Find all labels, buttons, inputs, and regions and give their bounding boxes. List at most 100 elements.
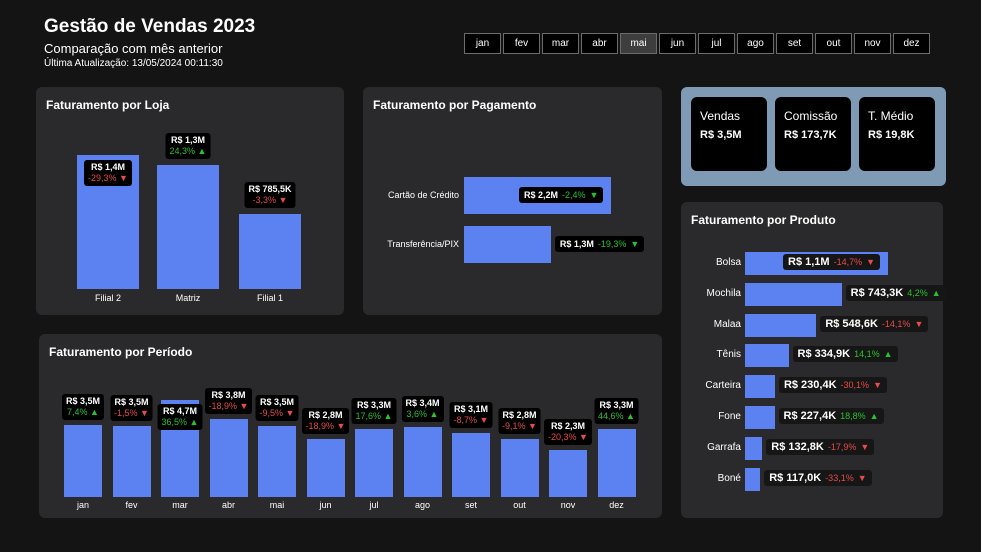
- category-label: jun: [319, 500, 332, 510]
- value-label: R$ 3,8M: [211, 389, 246, 400]
- pct-text: -8,7%: [453, 415, 478, 426]
- value-label: R$ 3,5M: [114, 396, 149, 407]
- panel-title: Faturamento por Período: [49, 345, 193, 359]
- data-label: R$ 3,3M 17,6% ▲: [351, 397, 397, 424]
- bar-fone: [745, 406, 775, 429]
- triangle-up-icon: ▲: [869, 411, 879, 421]
- bar-set: [452, 433, 490, 497]
- month-button-ago[interactable]: ago: [737, 33, 774, 54]
- data-label: R$ 1,3M -19,3% ▼: [554, 236, 645, 252]
- value-label: R$ 3,5M: [259, 396, 294, 407]
- month-button-jun[interactable]: jun: [659, 33, 696, 54]
- value-label: R$ 2,8M: [502, 410, 537, 421]
- pct-text: -9,5%: [259, 407, 284, 418]
- pct-change: -18,9% ▼: [306, 421, 346, 432]
- category-label: jan: [76, 500, 89, 510]
- category-label: Filial 2: [94, 293, 121, 303]
- panel-faturamento-loja: Faturamento por Loja R$ 1,4M -29,3% ▼ Fili…: [36, 87, 344, 315]
- category-label: Fone: [718, 411, 741, 422]
- value-label: R$ 3,4M: [405, 397, 440, 408]
- value-label: R$ 2,3M: [550, 420, 586, 431]
- category-label: set: [464, 500, 477, 510]
- value-label: R$ 230,4K: [783, 379, 837, 392]
- month-button-dez[interactable]: dez: [893, 33, 930, 54]
- month-button-nov[interactable]: nov: [854, 33, 891, 54]
- month-button-fev[interactable]: fev: [503, 33, 540, 54]
- pct-text: -18,9%: [305, 421, 335, 432]
- triangle-up-icon: ▲: [623, 410, 635, 421]
- pct-change: -8,7% ▼: [454, 415, 489, 426]
- month-button-mar[interactable]: mar: [542, 33, 579, 54]
- data-label: R$ 3,5M -9,5% ▼: [255, 394, 299, 421]
- category-label: jul: [369, 500, 379, 510]
- pct-text: -3,3%: [252, 194, 277, 205]
- kpi-label: Vendas: [700, 109, 741, 123]
- data-label: R$ 3,8M -18,9% ▼: [204, 387, 253, 414]
- data-label: R$ 4,7M 36,5% ▲: [157, 404, 203, 430]
- triangle-down-icon: ▼: [276, 194, 288, 205]
- month-button-abr[interactable]: abr: [581, 33, 618, 54]
- triangle-up-icon: ▲: [195, 145, 207, 156]
- bar-malaa: [745, 313, 817, 337]
- triangle-down-icon: ▼: [857, 472, 867, 483]
- pct-text: -17,9%: [827, 441, 857, 452]
- bar-pix: [464, 226, 551, 263]
- value-label: R$ 3,3M: [599, 399, 634, 410]
- data-label: R$ 3,5M -1,5% ▼: [110, 394, 153, 421]
- pct-text: 3,6%: [406, 408, 428, 419]
- pct-text: -30,1%: [840, 380, 870, 391]
- last-update: Última Atualização: 13/05/2024 00:11:30: [44, 58, 223, 69]
- pct-change: -20,3% ▼: [548, 432, 588, 443]
- data-label: R$ 117,0K -33,1% ▼: [764, 469, 872, 486]
- category-label: Bolsa: [715, 257, 741, 268]
- pct-text: 18,8%: [840, 411, 866, 421]
- triangle-down-icon: ▼: [137, 407, 149, 418]
- panel-faturamento-produto: Faturamento por Produto Bolsa R$ 1,1M -14,…: [681, 202, 946, 518]
- triangle-up-icon: ▲: [87, 406, 99, 417]
- pct-text: 17,6%: [355, 410, 382, 421]
- pct-change: -29,3% ▼: [88, 173, 128, 184]
- bar-garrafa: [745, 436, 763, 460]
- bar-fev: [112, 425, 151, 497]
- bar-dez: [597, 428, 636, 497]
- kpi-value: R$ 173,7K: [784, 129, 837, 141]
- pct-change: 3,6% ▲: [405, 409, 439, 420]
- page-subtitle: Comparação com mês anterior: [44, 41, 223, 56]
- data-label: R$ 743,3K 4,2% ▲: [845, 284, 946, 301]
- value-label: R$ 132,8K: [771, 440, 824, 453]
- triangle-down-icon: ▼: [873, 380, 882, 391]
- kpi-ticket-medio: T. Médio R$ 19,8K: [859, 97, 935, 171]
- data-label: R$ 3,4M 3,6% ▲: [401, 395, 444, 422]
- bar-nov: [549, 449, 587, 497]
- bar-tênis: [745, 344, 789, 368]
- bar-jan: [64, 424, 102, 497]
- triangle-down-icon: ▼: [866, 257, 876, 267]
- value-label: R$ 1,3M: [170, 134, 206, 145]
- pct-text: 7,4%: [67, 406, 88, 417]
- data-label: R$ 230,4K -30,1% ▼: [778, 377, 887, 394]
- bar-abr: [209, 418, 248, 497]
- data-label: R$ 3,1M -8,7% ▼: [449, 402, 493, 429]
- pct-text: 14,1%: [854, 349, 880, 360]
- pct-change: -9,5% ▼: [260, 408, 295, 419]
- value-label: R$ 785,5K: [248, 183, 292, 194]
- data-label: R$ 3,3M 44,6% ▲: [594, 397, 639, 424]
- category-label: nov: [560, 500, 576, 510]
- month-button-jul[interactable]: jul: [698, 33, 735, 54]
- value-label: R$ 1,1M: [788, 256, 830, 268]
- value-label: R$ 227,4K: [783, 410, 837, 422]
- month-filter: jan fev mar abr mai jun jul ago set out nov dez: [464, 33, 930, 54]
- month-button-mai[interactable]: mai: [620, 33, 657, 54]
- page-title: Gestão de Vendas 2023: [44, 16, 256, 37]
- value-label: R$ 3,5M: [65, 395, 101, 406]
- triangle-down-icon: ▼: [237, 400, 249, 411]
- bar-carteira: [745, 375, 775, 399]
- triangle-up-icon: ▲: [427, 408, 439, 419]
- month-button-jan[interactable]: jan: [464, 33, 501, 54]
- kpi-label: T. Médio: [868, 109, 914, 123]
- month-button-out[interactable]: out: [815, 33, 852, 54]
- pct-text: -2,4%: [562, 190, 586, 200]
- month-button-set[interactable]: set: [776, 33, 813, 54]
- pct-text: -19,3%: [597, 239, 627, 249]
- pct-text: -33,1%: [825, 472, 854, 483]
